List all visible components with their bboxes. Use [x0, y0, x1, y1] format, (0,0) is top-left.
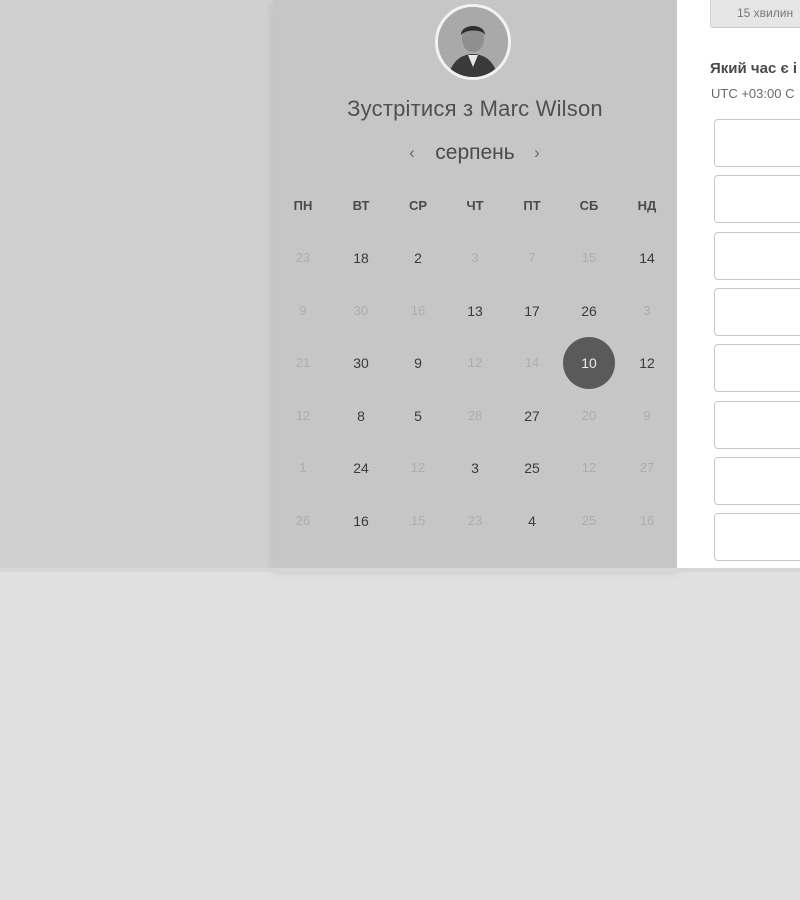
calendar-day: 3: [471, 250, 479, 265]
calendar-day: 16: [639, 513, 655, 528]
calendar-day: 15: [410, 513, 426, 528]
calendar-day[interactable]: 18: [339, 236, 383, 280]
calendar-day: 9: [299, 302, 307, 318]
calendar-day[interactable]: 24: [339, 446, 383, 490]
calendar-day[interactable]: 3: [453, 446, 497, 490]
time-slot[interactable]: [714, 456, 800, 505]
time-slot[interactable]: [714, 287, 800, 336]
calendar-day: 30: [353, 302, 369, 318]
selected-day[interactable]: 10: [563, 337, 615, 390]
calendar-day: 14: [524, 355, 540, 371]
calendar-day[interactable]: 30: [339, 341, 383, 385]
calendar-day[interactable]: 14: [625, 236, 669, 280]
calendar-day[interactable]: 5: [396, 394, 440, 438]
calendar-day: 27: [639, 460, 655, 476]
divider: [0, 568, 800, 572]
booking-card: Зустрітися з Marc Wilson ‹ серпень › ПН В…: [273, 0, 677, 568]
calendar-day[interactable]: 27: [510, 394, 554, 438]
calendar-day: 25: [581, 513, 597, 528]
calendar-day: 7: [528, 250, 536, 265]
left-panel: [0, 0, 273, 568]
time-question: Який час є і: [710, 60, 798, 77]
calendar-day: 9: [643, 407, 651, 423]
calendar-grid: 23 18 2 3 7 15 14 9 30 16 13 17 26 3 21 30 9 12 14 10 12 12 8 5…: [273, 0, 677, 568]
calendar-day: 23: [295, 250, 311, 265]
calendar-day: 1: [299, 460, 307, 476]
calendar-day: 12: [467, 355, 483, 371]
time-slot[interactable]: [714, 175, 800, 224]
calendar-day[interactable]: 25: [510, 446, 554, 490]
calendar-day: 16: [410, 302, 426, 318]
calendar-day: 12: [295, 407, 311, 423]
time-slot[interactable]: [714, 513, 800, 562]
calendar-day[interactable]: 16: [339, 499, 383, 543]
calendar-day: 12: [410, 460, 426, 476]
time-slot[interactable]: [714, 231, 800, 280]
calendar-day: 15: [581, 250, 597, 265]
calendar-day[interactable]: 13: [453, 289, 497, 333]
calendar-day[interactable]: 2: [396, 236, 440, 280]
calendar-day: 20: [581, 407, 597, 423]
calendar-day: 3: [643, 302, 651, 318]
calendar-day[interactable]: 12: [625, 341, 669, 385]
calendar-day[interactable]: 4: [510, 499, 554, 543]
calendar-day: 12: [581, 460, 597, 476]
calendar-day[interactable]: 17: [510, 289, 554, 333]
calendar-day[interactable]: 9: [396, 341, 440, 385]
timezone-label[interactable]: UTC +03:00 С: [711, 86, 794, 101]
calendar-day[interactable]: 26: [567, 289, 611, 333]
calendar-day: 26: [295, 513, 311, 528]
time-slot[interactable]: [714, 344, 800, 393]
duration-button[interactable]: 15 хвилин: [710, 0, 800, 28]
calendar-day: 23: [467, 513, 483, 528]
time-slot[interactable]: [714, 119, 800, 167]
time-slot[interactable]: [714, 400, 800, 449]
calendar-day: 28: [467, 407, 483, 423]
time-panel: 15 хвилин Який час є і UTC +03:00 С: [677, 0, 800, 568]
calendar-day[interactable]: 8: [339, 394, 383, 438]
calendar-day: 21: [295, 355, 311, 371]
